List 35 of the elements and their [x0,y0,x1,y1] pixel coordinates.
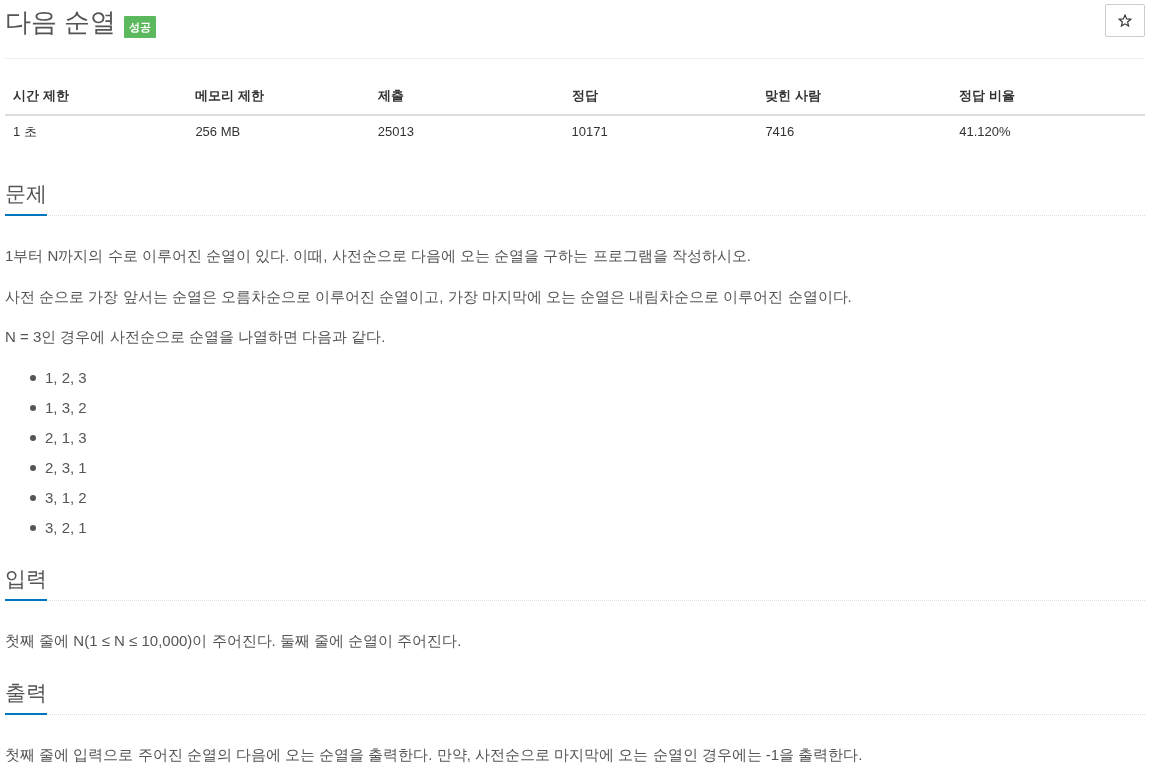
section-heading: 출력 [5,678,47,715]
bullet-icon [30,494,36,501]
paragraph: 1부터 N까지의 수로 이루어진 순열이 있다. 이때, 사전순으로 다음에 오는 순열을 구하는 프로그램을 작성하시오. [5,246,752,266]
list-item: 3, 2, 1 [45,517,87,538]
bullet-icon [30,404,36,411]
table-cell: 25013 [369,115,564,150]
table-cell: 10171 [563,115,758,150]
bullet-icon [30,374,36,381]
section-heading: 입력 [5,565,47,601]
problem-title: 다음 순열 [5,6,117,39]
section-heading: 문제 [5,180,47,216]
list-item: 1, 3, 2 [45,397,87,418]
column-header: 시간 제한 [5,78,188,115]
bullet-icon [30,524,36,531]
list-item: 2, 1, 3 [45,427,87,448]
status-badge: 성공 [124,16,157,38]
table-cell: 7416 [757,115,952,150]
column-header: 메모리 제한 [187,78,370,115]
table-cell: 1 초 [5,115,188,150]
bullet-icon [30,464,36,471]
column-header: 맞힌 사람 [757,78,952,115]
paragraph: N = 3인 경우에 사전순으로 순열을 나열하면 다음과 같다. [5,327,387,347]
table-cell: 41.120% [951,115,1145,150]
paragraph: 첫째 줄에 N(1 ≤ N ≤ 10,000)이 주어진다. 둘째 줄에 순열이 주어진다. [5,631,463,651]
paragraph: 사전 순으로 가장 앞서는 순열은 오름차순으로 이루어진 순열이고, 가장 마지막에 오는 순열은 내림차순으로 이루어진 순열이다. [5,286,853,307]
table-cell: 256 MB [187,115,370,150]
list-item: 3, 1, 2 [45,487,87,508]
favorite-button[interactable] [1105,4,1145,37]
bullet-icon [30,434,36,441]
column-header: 제출 [369,78,564,115]
column-header: 정답 [563,78,758,115]
paragraph: 첫째 줄에 입력으로 주어진 순열의 다음에 오는 순열을 출력한다. 만약, 사전순으로 마지막에 오는 순열인 경우에는 -1을 출력한다. [5,744,864,765]
column-header: 정답 비율 [951,78,1145,115]
list-item: 1, 2, 3 [45,367,87,388]
list-item: 2, 3, 1 [45,457,87,478]
